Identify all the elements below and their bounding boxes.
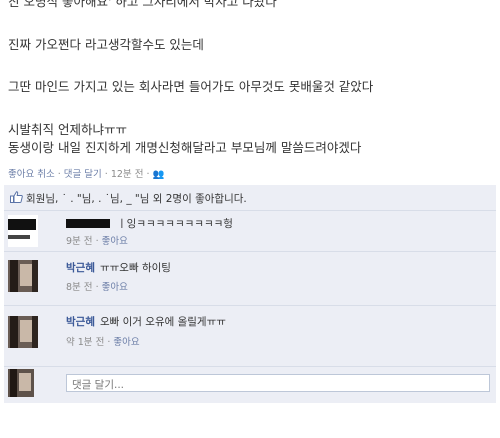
thumbs-up-icon xyxy=(10,191,23,203)
feedback-panel: 회원님, ˙ . "님, . ˙님, _ "님 외 2명이 좋아합니다. ㅣ잉ㅋ… xyxy=(4,185,496,403)
separator: · xyxy=(54,169,64,180)
comment-item: 박근혜 오빠 이거 오유에 올릴게ㅠㅠ 약 1분 전 · 좋아요 xyxy=(4,306,496,367)
separator: · xyxy=(92,236,102,247)
comment-body: 박근혜 오빠 이거 오유에 올릴게ㅠㅠ xyxy=(66,314,226,329)
post-text-line-1: 진 오명식 좋아해요' 하고 그자리에서 박자고 나왔다 xyxy=(8,0,277,9)
post-timestamp[interactable]: 12분 전 xyxy=(111,169,144,180)
post-actions: 좋아요 취소 · 댓글 달기 · 12분 전 · 👥 xyxy=(8,166,164,180)
post-text-line-4: 시발취직 언제하냐ㅠㅠ xyxy=(8,122,127,137)
comment-author[interactable]: 박근혜 xyxy=(66,262,95,274)
comment-body: ㅣ잉ㅋㅋㅋㅋㅋㅋㅋㅋㅋ헝 xyxy=(66,216,233,231)
comment-time[interactable]: 9분 전 xyxy=(66,236,93,247)
comment-text: ㅠㅠ오빠 하이팅 xyxy=(99,262,171,274)
avatar xyxy=(8,369,34,397)
comment-item: 박근혜 ㅠㅠ오빠 하이팅 8분 전 · 좋아요 xyxy=(4,252,496,306)
separator: · xyxy=(92,282,102,293)
redacted-name[interactable] xyxy=(66,219,110,228)
avatar[interactable] xyxy=(8,316,38,348)
comment-link[interactable]: 댓글 달기 xyxy=(64,169,102,180)
comment-time[interactable]: 약 1분 전 xyxy=(66,337,104,348)
post-text-line-3: 그딴 마인드 가지고 있는 회사라면 들어가도 아무것도 못배울것 같았다 xyxy=(8,79,374,94)
comment-body: 박근혜 ㅠㅠ오빠 하이팅 xyxy=(66,260,171,275)
post-text-line-2: 진짜 가오쩐다 라고생각할수도 있는데 xyxy=(8,37,204,52)
comment-time[interactable]: 8분 전 xyxy=(66,282,93,293)
comment-like-link[interactable]: 좋아요 xyxy=(113,337,139,348)
comment-author[interactable]: 박근혜 xyxy=(66,316,95,328)
separator: · xyxy=(101,169,111,180)
unlike-link[interactable]: 좋아요 취소 xyxy=(8,169,55,180)
likes-summary: 회원님, ˙ . "님, . ˙님, _ "님 외 2명이 좋아합니다. xyxy=(4,185,496,211)
post-text-line-5: 동생이랑 내일 진지하게 개명신청해달라고 부모님께 말씀드려야겠다 xyxy=(8,140,362,155)
comment-meta: 약 1분 전 · 좋아요 xyxy=(66,334,140,348)
comment-like-link[interactable]: 좋아요 xyxy=(102,282,128,293)
audience-icon[interactable]: 👥 xyxy=(153,169,165,180)
avatar[interactable] xyxy=(8,215,38,247)
comment-meta: 9분 전 · 좋아요 xyxy=(66,233,128,247)
avatar[interactable] xyxy=(8,260,38,292)
likes-text[interactable]: 회원님, ˙ . "님, . ˙님, _ "님 외 2명이 좋아합니다. xyxy=(26,191,247,206)
comment-meta: 8분 전 · 좋아요 xyxy=(66,279,128,293)
comment-input[interactable]: 댓글 달기... xyxy=(66,374,490,392)
comment-text: 오빠 이거 오유에 올릴게ㅠㅠ xyxy=(99,316,226,328)
comment-like-link[interactable]: 좋아요 xyxy=(102,236,128,247)
separator: · xyxy=(143,169,153,180)
comment-text: ㅣ잉ㅋㅋㅋㅋㅋㅋㅋㅋㅋ헝 xyxy=(117,218,233,230)
comment-item: ㅣ잉ㅋㅋㅋㅋㅋㅋㅋㅋㅋ헝 9분 전 · 좋아요 xyxy=(4,211,496,252)
